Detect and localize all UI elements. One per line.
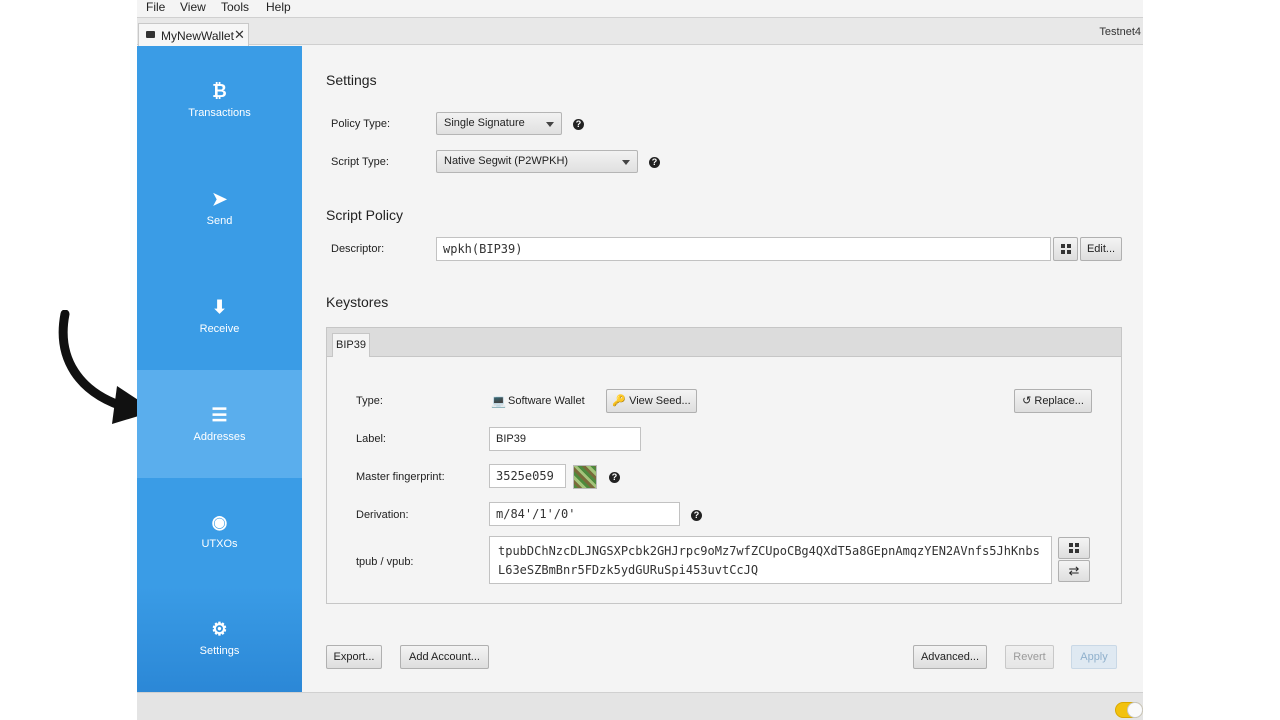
sidebar-item-receive[interactable]: ⬇ Receive [137, 262, 302, 370]
send-icon: ➤ [211, 189, 228, 209]
help-icon[interactable]: ? [573, 119, 584, 130]
sidebar-item-label: Addresses [193, 431, 246, 443]
descriptor-input[interactable]: wpkh(BIP39) [436, 237, 1051, 261]
list-icon: ☰ [211, 405, 228, 425]
sidebar-item-label: UTXOs [201, 538, 238, 550]
chevron-down-icon [622, 160, 630, 165]
sidebar-item-label: Receive [199, 323, 240, 335]
close-icon[interactable]: ✕ [234, 27, 245, 43]
fingerprint-identicon [573, 465, 597, 489]
sidebar-item-label: Transactions [188, 107, 251, 119]
descriptor-label: Descriptor: [331, 243, 385, 255]
qr-code-icon [1069, 543, 1079, 553]
menu-help[interactable]: Help [266, 0, 291, 14]
apply-button[interactable]: Apply [1071, 645, 1117, 669]
keystore-type-value: Software Wallet [508, 395, 585, 407]
script-type-select[interactable]: Native Segwit (P2WPKH) [436, 150, 638, 173]
server-toggle[interactable] [1115, 702, 1143, 718]
replace-button[interactable]: ↺ Replace... [1014, 389, 1092, 413]
descriptor-qr-button[interactable] [1053, 237, 1078, 261]
policy-type-value: Single Signature [444, 117, 525, 129]
xpub-qr-button[interactable] [1058, 537, 1090, 559]
sidebar-item-transactions[interactable]: ₿ Transactions [137, 46, 302, 154]
menu-view[interactable]: View [180, 0, 206, 14]
swap-icon[interactable]: ⇄ [1058, 560, 1090, 582]
menu-tools[interactable]: Tools [221, 0, 249, 14]
toggle-knob [1127, 702, 1143, 718]
add-account-button[interactable]: Add Account... [400, 645, 489, 669]
network-label: Testnet4 [1099, 26, 1141, 38]
script-type-label: Script Type: [331, 156, 389, 168]
help-icon[interactable]: ? [691, 510, 702, 521]
revert-button[interactable]: Revert [1005, 645, 1054, 669]
fingerprint-label: Master fingerprint: [356, 471, 445, 483]
menu-file[interactable]: File [146, 0, 165, 14]
sidebar-item-label: Send [206, 215, 233, 227]
derivation-input[interactable]: m/84'/1'/0' [489, 502, 680, 526]
gear-icon: ⚙ [211, 619, 228, 639]
keystore-label-label: Label: [356, 433, 386, 445]
key-icon: 🔑 [612, 395, 627, 407]
policy-type-select[interactable]: Single Signature [436, 112, 562, 135]
status-bar [137, 692, 1143, 720]
view-seed-button[interactable]: 🔑 View Seed... [606, 389, 697, 413]
wallet-tab[interactable]: MyNewWallet ✕ [138, 23, 249, 46]
wallet-app-window: File View Tools Help MyNewWallet ✕ Testn… [137, 0, 1143, 720]
laptop-icon: 💻 [491, 394, 506, 408]
undo-icon: ↺ [1022, 395, 1032, 407]
script-type-value: Native Segwit (P2WPKH) [444, 155, 569, 167]
bitcoin-icon: ₿ [212, 81, 227, 101]
keystore-panel: BIP39 Type: 💻 Software Wallet 🔑 View See… [326, 327, 1122, 604]
script-policy-title: Script Policy [326, 207, 404, 223]
view-seed-label: View Seed... [629, 395, 691, 407]
wallet-tab-label: MyNewWallet [161, 29, 234, 43]
xpub-textarea[interactable]: tpubDChNzcDLJNGSXPcbk2GHJrpc9oMz7wfZCUpo… [489, 536, 1052, 584]
help-icon[interactable]: ? [649, 157, 660, 168]
advanced-button[interactable]: Advanced... [913, 645, 987, 669]
arrow-down-icon: ⬇ [211, 297, 228, 317]
replace-label: Replace... [1034, 395, 1084, 407]
wallet-tab-bar: MyNewWallet ✕ Testnet4 [137, 17, 1143, 46]
wallet-icon [146, 31, 155, 38]
keystores-title: Keystores [326, 294, 389, 310]
sidebar: ₿ Transactions ➤ Send ⬇ Receive ☰ Addres… [137, 46, 302, 694]
derivation-label: Derivation: [356, 509, 409, 521]
sidebar-item-label: Settings [199, 645, 240, 657]
keystore-tab-bip39[interactable]: BIP39 [332, 333, 370, 357]
settings-pane: Settings Policy Type: Single Signature ?… [302, 46, 1143, 692]
help-icon[interactable]: ? [609, 472, 620, 483]
qr-code-icon [1060, 244, 1071, 254]
chevron-down-icon [546, 122, 554, 127]
xpub-label: tpub / vpub: [356, 556, 414, 568]
sidebar-item-addresses[interactable]: ☰ Addresses [137, 370, 302, 478]
sidebar-item-send[interactable]: ➤ Send [137, 154, 302, 262]
keystore-label-input[interactable]: BIP39 [489, 427, 641, 451]
menu-bar: File View Tools Help [137, 0, 1143, 17]
coins-icon: ◉ [211, 512, 228, 532]
export-button[interactable]: Export... [326, 645, 382, 669]
edit-descriptor-button[interactable]: Edit... [1080, 237, 1122, 261]
keystore-type-label: Type: [356, 395, 383, 407]
fingerprint-input[interactable]: 3525e059 [489, 464, 566, 488]
sidebar-item-utxos[interactable]: ◉ UTXOs [137, 478, 302, 586]
policy-type-label: Policy Type: [331, 118, 391, 130]
sidebar-item-settings[interactable]: ⚙ Settings [137, 586, 302, 694]
settings-title: Settings [326, 72, 377, 88]
keystore-tab-bar: BIP39 [327, 328, 1121, 357]
